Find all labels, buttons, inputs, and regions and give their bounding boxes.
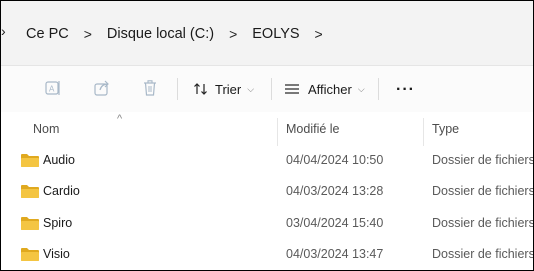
file-name: Cardio (43, 184, 80, 198)
sort-button[interactable]: Trier ⌵ (193, 78, 254, 100)
file-row-audio[interactable]: Audio 04/04/2024 10:50 Dossier de fichie… (1, 144, 533, 174)
list-view-icon (285, 84, 299, 94)
share-icon[interactable] (93, 79, 111, 97)
folder-icon (21, 217, 39, 230)
address-bar[interactable]: › Ce PC > Disque local (C:) > EOLYS > (1, 1, 533, 66)
file-modified: 04/03/2024 13:47 (286, 247, 384, 261)
breadcrumb-separator-icon[interactable]: > (302, 26, 336, 42)
breadcrumb: Ce PC > Disque local (C:) > EOLYS > (24, 22, 336, 46)
column-header-name[interactable]: Nom (33, 122, 59, 136)
breadcrumb-item-eolys[interactable]: EOLYS (250, 26, 301, 42)
file-name: Spiro (43, 216, 73, 230)
column-divider[interactable] (277, 118, 278, 146)
file-modified: 04/03/2024 13:28 (286, 184, 384, 198)
folder-icon (21, 185, 39, 198)
breadcrumb-item-local-disk[interactable]: Disque local (C:) (105, 26, 216, 42)
breadcrumb-item-this-pc[interactable]: Ce PC (24, 26, 71, 42)
nav-chevron-icon[interactable]: › (1, 23, 6, 39)
toolbar-divider (271, 78, 272, 100)
breadcrumb-separator-icon[interactable]: > (71, 26, 105, 42)
column-header-row: ^ Nom Modifié le Type (1, 113, 533, 146)
toolbar-divider (378, 78, 379, 100)
folder-icon (21, 154, 39, 167)
file-type: Dossier de fichiers (432, 184, 534, 198)
file-name: Visio (43, 247, 70, 261)
file-type: Dossier de fichiers (432, 153, 534, 167)
file-type: Dossier de fichiers (432, 216, 534, 230)
column-divider[interactable] (423, 118, 424, 146)
sort-label: Trier (215, 81, 242, 97)
folder-icon (21, 248, 39, 261)
more-options-icon[interactable]: ··· (396, 81, 415, 99)
view-label: Afficher (308, 81, 352, 97)
file-row-visio[interactable]: Visio 04/03/2024 13:47 Dossier de fichie… (1, 238, 533, 268)
file-row-cardio[interactable]: Cardio 04/03/2024 13:28 Dossier de fichi… (1, 175, 533, 205)
svg-text:A: A (49, 85, 55, 94)
delete-icon[interactable] (141, 79, 159, 97)
file-row-spiro[interactable]: Spiro 03/04/2024 15:40 Dossier de fichie… (1, 207, 533, 237)
breadcrumb-separator-icon[interactable]: > (216, 26, 250, 42)
view-button[interactable]: Afficher ⌵ (284, 78, 365, 100)
sort-ascending-icon: ^ (117, 113, 123, 125)
file-name: Audio (43, 153, 75, 167)
sort-icon (194, 83, 207, 95)
rename-icon[interactable]: A (44, 79, 62, 97)
column-header-type[interactable]: Type (432, 122, 459, 136)
toolbar-divider (177, 78, 178, 100)
file-type: Dossier de fichiers (432, 247, 534, 261)
chevron-down-icon: ⌵ (357, 83, 365, 94)
command-bar: A Trier ⌵ Afficher ⌵ ··· (1, 66, 533, 112)
file-modified: 04/04/2024 10:50 (286, 153, 384, 167)
chevron-down-icon: ⌵ (247, 83, 255, 94)
file-modified: 03/04/2024 15:40 (286, 216, 384, 230)
column-header-modified[interactable]: Modifié le (286, 122, 340, 136)
file-explorer-window: › Ce PC > Disque local (C:) > EOLYS > A (0, 0, 534, 271)
